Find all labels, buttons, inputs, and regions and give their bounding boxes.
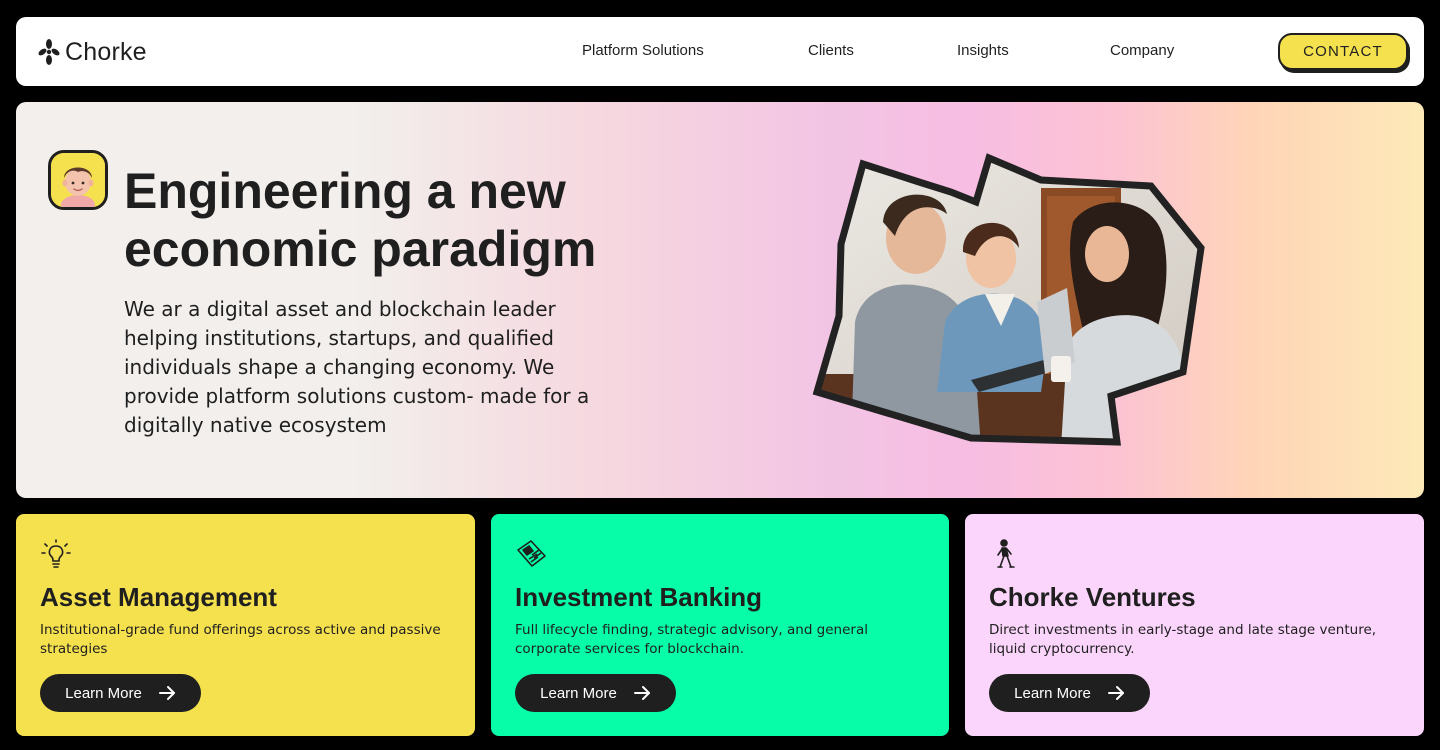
contact-button[interactable]: CONTACT — [1278, 33, 1408, 70]
nav-link-company[interactable]: Company — [1110, 42, 1174, 59]
walking-person-icon — [997, 539, 1015, 568]
nav-link-platform-solutions[interactable]: Platform Solutions — [582, 42, 704, 59]
avatar — [48, 150, 108, 210]
brand-name: Chorke — [65, 37, 147, 66]
hero-title: Engineering a new economic paradigm — [124, 163, 597, 277]
card-investment-banking: Investment Banking Full lifecycle findin… — [491, 514, 949, 736]
learn-more-label: Learn More — [540, 684, 617, 702]
learn-more-button[interactable]: Learn More — [989, 674, 1150, 712]
card-description: Institutional-grade fund offerings acros… — [40, 622, 441, 657]
chorke-logo-icon — [38, 39, 60, 65]
lightbulb-icon — [41, 539, 71, 568]
card-title: Chorke Ventures — [989, 582, 1196, 612]
learn-more-button[interactable]: Learn More — [515, 674, 676, 712]
people-collaborating-photo — [812, 153, 1205, 446]
top-navigation-bar: Chorke Platform Solutions Clients Insigh… — [16, 17, 1424, 86]
learn-more-label: Learn More — [65, 684, 142, 702]
card-title: Investment Banking — [515, 582, 763, 612]
learn-more-label: Learn More — [1014, 684, 1091, 702]
card-asset-management: Asset Management Institutional-grade fun… — [16, 514, 475, 736]
card-description: Full lifecycle finding, strategic adviso… — [515, 622, 868, 657]
card-title: Asset Management — [40, 582, 277, 612]
card-chorke-ventures: Chorke Ventures Direct investments in ea… — [965, 514, 1424, 736]
avatar-face-icon — [51, 153, 105, 207]
brand-logo[interactable]: Chorke — [38, 37, 147, 67]
card-description: Direct investments in early-stage and la… — [989, 622, 1377, 657]
nav-link-clients[interactable]: Clients — [808, 42, 854, 59]
hero-description: We ar a digital asset and blockchain lea… — [124, 297, 590, 437]
arrow-right-icon — [633, 686, 650, 700]
learn-more-button[interactable]: Learn More — [40, 674, 201, 712]
arrow-right-icon — [158, 686, 175, 700]
nav-link-insights[interactable]: Insights — [957, 42, 1009, 59]
hero-section: Engineering a new economic paradigm We a… — [16, 102, 1424, 498]
arrow-right-icon — [1107, 686, 1124, 700]
newspaper-icon — [517, 540, 546, 567]
